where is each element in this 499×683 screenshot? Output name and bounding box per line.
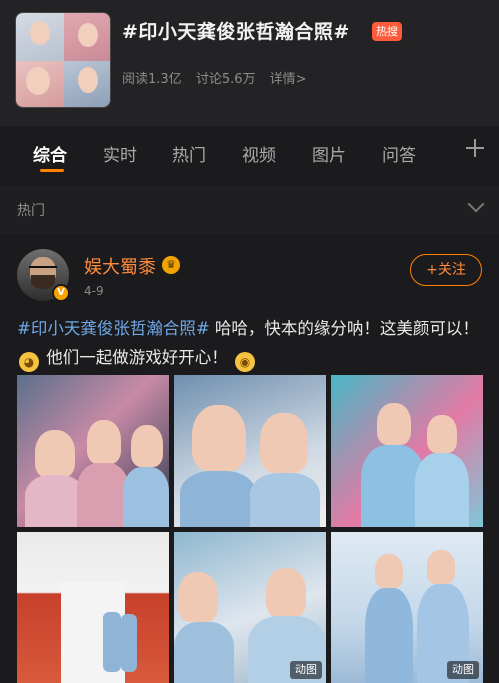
cover-photo-1 [16,13,64,61]
tab-popular[interactable]: 热门 [172,141,206,166]
cover-photo-3 [16,61,64,107]
laughing-emoji-icon: ◕ [19,352,39,372]
tab-comprehensive[interactable]: 综合 [33,141,67,166]
cover-photo-4 [64,61,110,107]
tab-qa[interactable]: 问答 [382,141,416,166]
post-image-5[interactable]: 动图 [174,532,326,683]
plus-icon[interactable] [464,137,486,159]
topic-title: #印小天龚俊张哲瀚合照# [122,21,350,43]
post-time: 4-9 [84,284,104,298]
tab-realtime[interactable]: 实时 [103,141,137,166]
topic-cover-image[interactable] [15,12,111,108]
post-text: #印小天龚俊张哲瀚合照# 哈哈，快本的缘分呐！这美颜可以！ ◕ 他们一起做游戏好… [17,314,487,372]
post-image-1[interactable] [17,375,169,527]
cover-photo-2 [64,13,110,61]
post-image-4[interactable] [17,532,169,683]
tab-pictures[interactable]: 图片 [312,141,346,166]
gif-label-1: 动图 [290,661,322,679]
follow-button[interactable]: +关注 [410,254,482,286]
post-hashtag[interactable]: #印小天龚俊张哲瀚合照# [17,319,210,338]
shocked-emoji-icon: ◉ [235,352,255,372]
username[interactable]: 娱大蜀黍 [84,253,156,279]
topic-tabs: 综合 实时 热门 视频 图片 问答 [0,126,499,186]
topic-header: #印小天龚俊张哲瀚合照# 热搜 阅读1.3亿 讨论5.6万 详情> [0,0,499,126]
discussion-count: 讨论5.6万 [195,72,256,87]
post-text-part2: 他们一起做游戏好开心！ [46,348,228,367]
active-tab-indicator [40,169,64,172]
post-image-3[interactable] [331,375,483,527]
post-text-part1: 哈哈，快本的缘分呐！这美颜可以！ [214,319,479,338]
read-count: 阅读1.3亿 [122,72,182,87]
gif-label-2: 动图 [447,661,479,679]
weibo-post: V 娱大蜀黍 ♛ 4-9 +关注 #印小天龚俊张哲瀚合照# 哈哈，快本的缘分呐！… [0,234,499,683]
section-label: 热门 [17,203,45,219]
tab-video[interactable]: 视频 [242,141,276,166]
post-image-6[interactable]: 动图 [331,532,483,683]
hot-search-badge: 热搜 [372,22,402,41]
verified-icon: V [52,284,70,302]
post-image-2[interactable] [174,375,326,527]
crown-icon: ♛ [162,256,180,274]
topic-meta: 阅读1.3亿 讨论5.6万 详情> [122,68,317,87]
chevron-down-icon[interactable] [467,195,485,213]
details-link[interactable]: 详情> [270,72,307,87]
hot-section-header[interactable]: 热门 [0,186,499,234]
